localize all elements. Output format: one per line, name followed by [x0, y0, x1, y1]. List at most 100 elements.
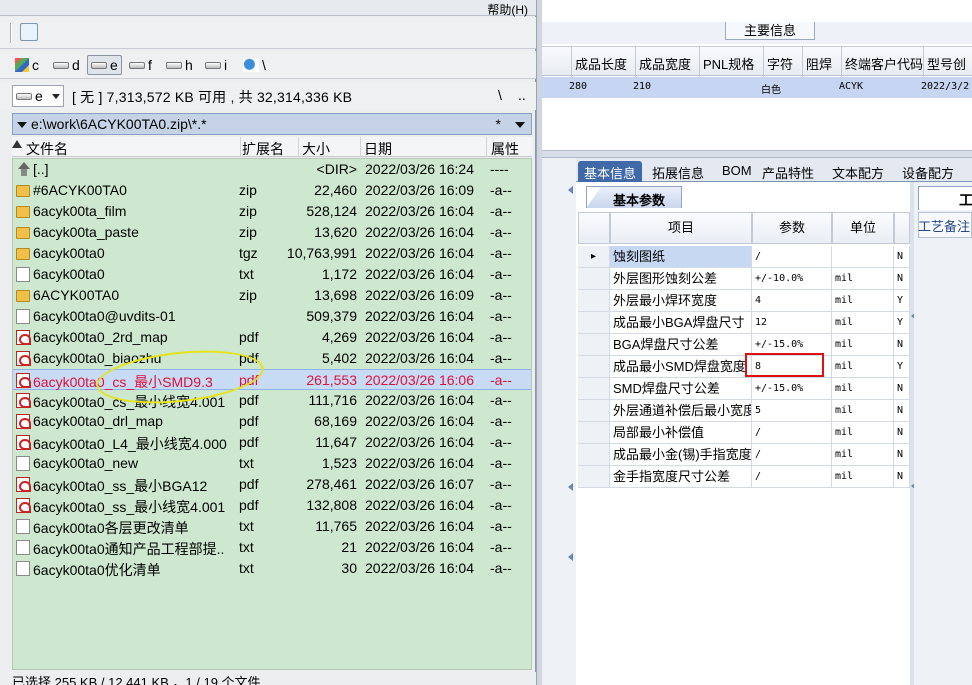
pdf-icon: [16, 393, 31, 408]
main-info-col[interactable]: 成品长度: [575, 54, 627, 73]
param-row[interactable]: 外层图形蚀刻公差 +/-10.0% mil N: [578, 268, 910, 290]
file-row[interactable]: #6ACYK00TA0 zip 22,460 2022/03/26 16:09 -a--: [13, 180, 531, 201]
file-row[interactable]: 6acyk00ta0 tgz 10,763,991 2022/03/26 16:04-…: [13, 243, 531, 264]
tab-4[interactable]: 文本配方: [832, 161, 884, 182]
param-value[interactable]: /: [752, 246, 832, 268]
tab-0[interactable]: 基本信息: [578, 161, 643, 182]
param-row[interactable]: 局部最小补偿值 / mil N: [578, 422, 910, 444]
tab-1[interactable]: 拓展信息: [652, 161, 704, 182]
param-flag: N: [894, 268, 910, 290]
param-value[interactable]: 12: [752, 312, 832, 334]
column-name[interactable]: 文件名: [26, 139, 68, 159]
param-value[interactable]: +/-15.0%: [752, 378, 832, 400]
param-value[interactable]: +/-10.0%: [752, 268, 832, 290]
collapse-arrow-icon[interactable]: [568, 186, 573, 194]
main-info-col[interactable]: 字符: [767, 54, 793, 73]
file-row[interactable]: 6acyk00ta_paste zip 13,620 2022/03/26 16:04…: [13, 222, 531, 243]
file-row[interactable]: 6acyk00ta0各层更改清单 txt 11,765 2022/03/26 16:0…: [13, 516, 531, 537]
drive-button-i[interactable]: i: [202, 55, 230, 75]
column-ext[interactable]: 扩展名: [242, 139, 284, 159]
file-row[interactable]: 6acyk00ta0_cs_最小线宽4.001 pdf 111,716 2022/03…: [13, 390, 531, 411]
file-row[interactable]: 6acyk00ta0_cs_最小SMD9.3 pdf 261,553 2022/03/…: [13, 369, 531, 390]
basic-params-tab[interactable]: 基本参数: [586, 186, 682, 208]
collapse-arrow-icon[interactable]: [568, 553, 573, 561]
main-info-row[interactable]: 280 210 白色 ACYK 2022/3/2: [542, 77, 972, 98]
main-info-col[interactable]: 成品宽度: [639, 54, 691, 73]
row-indicator: [578, 268, 610, 290]
param-row[interactable]: 成品最小SMD焊盘宽度 8 mil Y: [578, 356, 910, 378]
param-row[interactable]: BGA焊盘尺寸公差 +/-15.0% mil N: [578, 334, 910, 356]
param-row[interactable]: 成品最小金(锡)手指宽度 / mil N: [578, 444, 910, 466]
param-value[interactable]: 4: [752, 290, 832, 312]
main-info-col[interactable]: 终端客户代码: [845, 54, 923, 73]
file-attr: -a--: [490, 203, 512, 219]
file-row[interactable]: 6acyk00ta0_L4_最小线宽4.000 pdf 11,647 2022/03/…: [13, 432, 531, 453]
param-value[interactable]: 5: [752, 400, 832, 422]
drive-button-e[interactable]: e: [87, 55, 122, 75]
history-dropdown-icon[interactable]: [17, 122, 27, 128]
file-date: 2022/03/26 16:04: [365, 434, 474, 450]
file-row[interactable]: 6acyk00ta0_ss_最小线宽4.001 pdf 132,808 2022/03…: [13, 495, 531, 516]
file-row[interactable]: 6acyk00ta0通知产品工程部提.. txt 21 2022/03/26 16:0…: [13, 537, 531, 558]
column-attr[interactable]: 属性: [491, 139, 519, 159]
file-attr: ----: [490, 161, 509, 177]
param-value[interactable]: /: [752, 422, 832, 444]
path-bar[interactable]: e:\work\6ACYK00TA0.zip\*.* *: [12, 113, 532, 135]
file-row[interactable]: 6acyk00ta0@uvdits-01 509,379 2022/03/26 16…: [13, 306, 531, 327]
param-item: 外层最小焊环宽度: [610, 290, 752, 312]
process-tab[interactable]: 工艺: [918, 186, 972, 228]
horizontal-splitter[interactable]: [542, 150, 972, 158]
file-row[interactable]: 6acyk00ta0_ss_最小BGA12 pdf 278,461 2022/03/2…: [13, 474, 531, 495]
file-ext: txt: [239, 539, 254, 555]
file-row[interactable]: 6ACYK00TA0 zip 13,698 2022/03/26 16:09 -a--: [13, 285, 531, 306]
text-file-icon: [16, 519, 30, 534]
param-row[interactable]: 金手指宽度尺寸公差 / mil N: [578, 466, 910, 488]
file-row[interactable]: 6acyk00ta0_new txt 1,523 2022/03/26 16:04 -a…: [13, 453, 531, 474]
column-date[interactable]: 日期: [364, 139, 392, 159]
param-row[interactable]: ▸ 蚀刻图纸 / N: [578, 246, 910, 268]
file-name: 6acyk00ta0_new: [33, 455, 139, 471]
drive-button-h[interactable]: h: [163, 55, 196, 75]
param-unit: [832, 246, 894, 268]
collapse-arrow-icon[interactable]: [568, 483, 573, 491]
notepad-icon[interactable]: [20, 23, 38, 41]
filter-button[interactable]: *: [496, 116, 501, 132]
file-row[interactable]: 6acyk00ta0_drl_map pdf 68,169 2022/03/26 16…: [13, 411, 531, 432]
file-size: 68,169: [314, 413, 357, 429]
tab-2[interactable]: BOM: [722, 161, 752, 182]
file-date: 2022/03/26 16:04: [365, 413, 474, 429]
param-value[interactable]: /: [752, 466, 832, 488]
param-row[interactable]: 外层通道补偿后最小宽度 5 mil N: [578, 400, 910, 422]
main-info-col[interactable]: 阻焊: [806, 54, 832, 73]
param-row[interactable]: SMD焊盘尺寸公差 +/-15.0% mil N: [578, 378, 910, 400]
main-info-col[interactable]: 型号创: [927, 54, 966, 73]
param-value[interactable]: /: [752, 444, 832, 466]
drive-button-d[interactable]: d: [50, 55, 83, 75]
header-item: 项目: [610, 212, 752, 244]
drive-select[interactable]: e: [12, 85, 64, 107]
parent-dir-button[interactable]: ..: [518, 87, 526, 103]
param-row[interactable]: 外层最小焊环宽度 4 mil Y: [578, 290, 910, 312]
chevron-down-icon[interactable]: [515, 122, 525, 128]
file-size: <DIR>: [316, 161, 357, 177]
drive-button-f[interactable]: f: [126, 55, 155, 75]
main-info-col[interactable]: PNL规格: [703, 54, 754, 73]
file-row[interactable]: [..] <DIR> 2022/03/26 16:24 ----: [13, 159, 531, 180]
file-row[interactable]: 6acyk00ta0_biaozhu pdf 5,402 2022/03/26 16:…: [13, 348, 531, 369]
text-file-icon: [16, 561, 30, 576]
file-size: 278,461: [306, 476, 357, 492]
help-menu[interactable]: 帮助(H): [487, 1, 528, 18]
tab-5[interactable]: 设备配方: [902, 161, 954, 182]
file-row[interactable]: 6acyk00ta_film zip 528,124 2022/03/26 16:04…: [13, 201, 531, 222]
param-row[interactable]: 成品最小BGA焊盘尺寸 12 mil Y: [578, 312, 910, 334]
tab-3[interactable]: 产品特性: [762, 161, 814, 182]
file-row[interactable]: 6acyk00ta0_2rd_map pdf 4,269 2022/03/26 16:…: [13, 327, 531, 348]
drive-button-network[interactable]: \: [240, 55, 269, 75]
param-flag: Y: [894, 312, 910, 334]
column-size[interactable]: 大小: [302, 139, 330, 159]
file-row[interactable]: 6acyk00ta0 txt 1,172 2022/03/26 16:04 -a--: [13, 264, 531, 285]
file-size: 509,379: [306, 308, 357, 324]
file-row[interactable]: 6acyk00ta0优化清单 txt 30 2022/03/26 16:04 -a--: [13, 558, 531, 579]
drive-button-c[interactable]: c: [12, 55, 42, 75]
root-dir-button[interactable]: \: [498, 87, 502, 103]
